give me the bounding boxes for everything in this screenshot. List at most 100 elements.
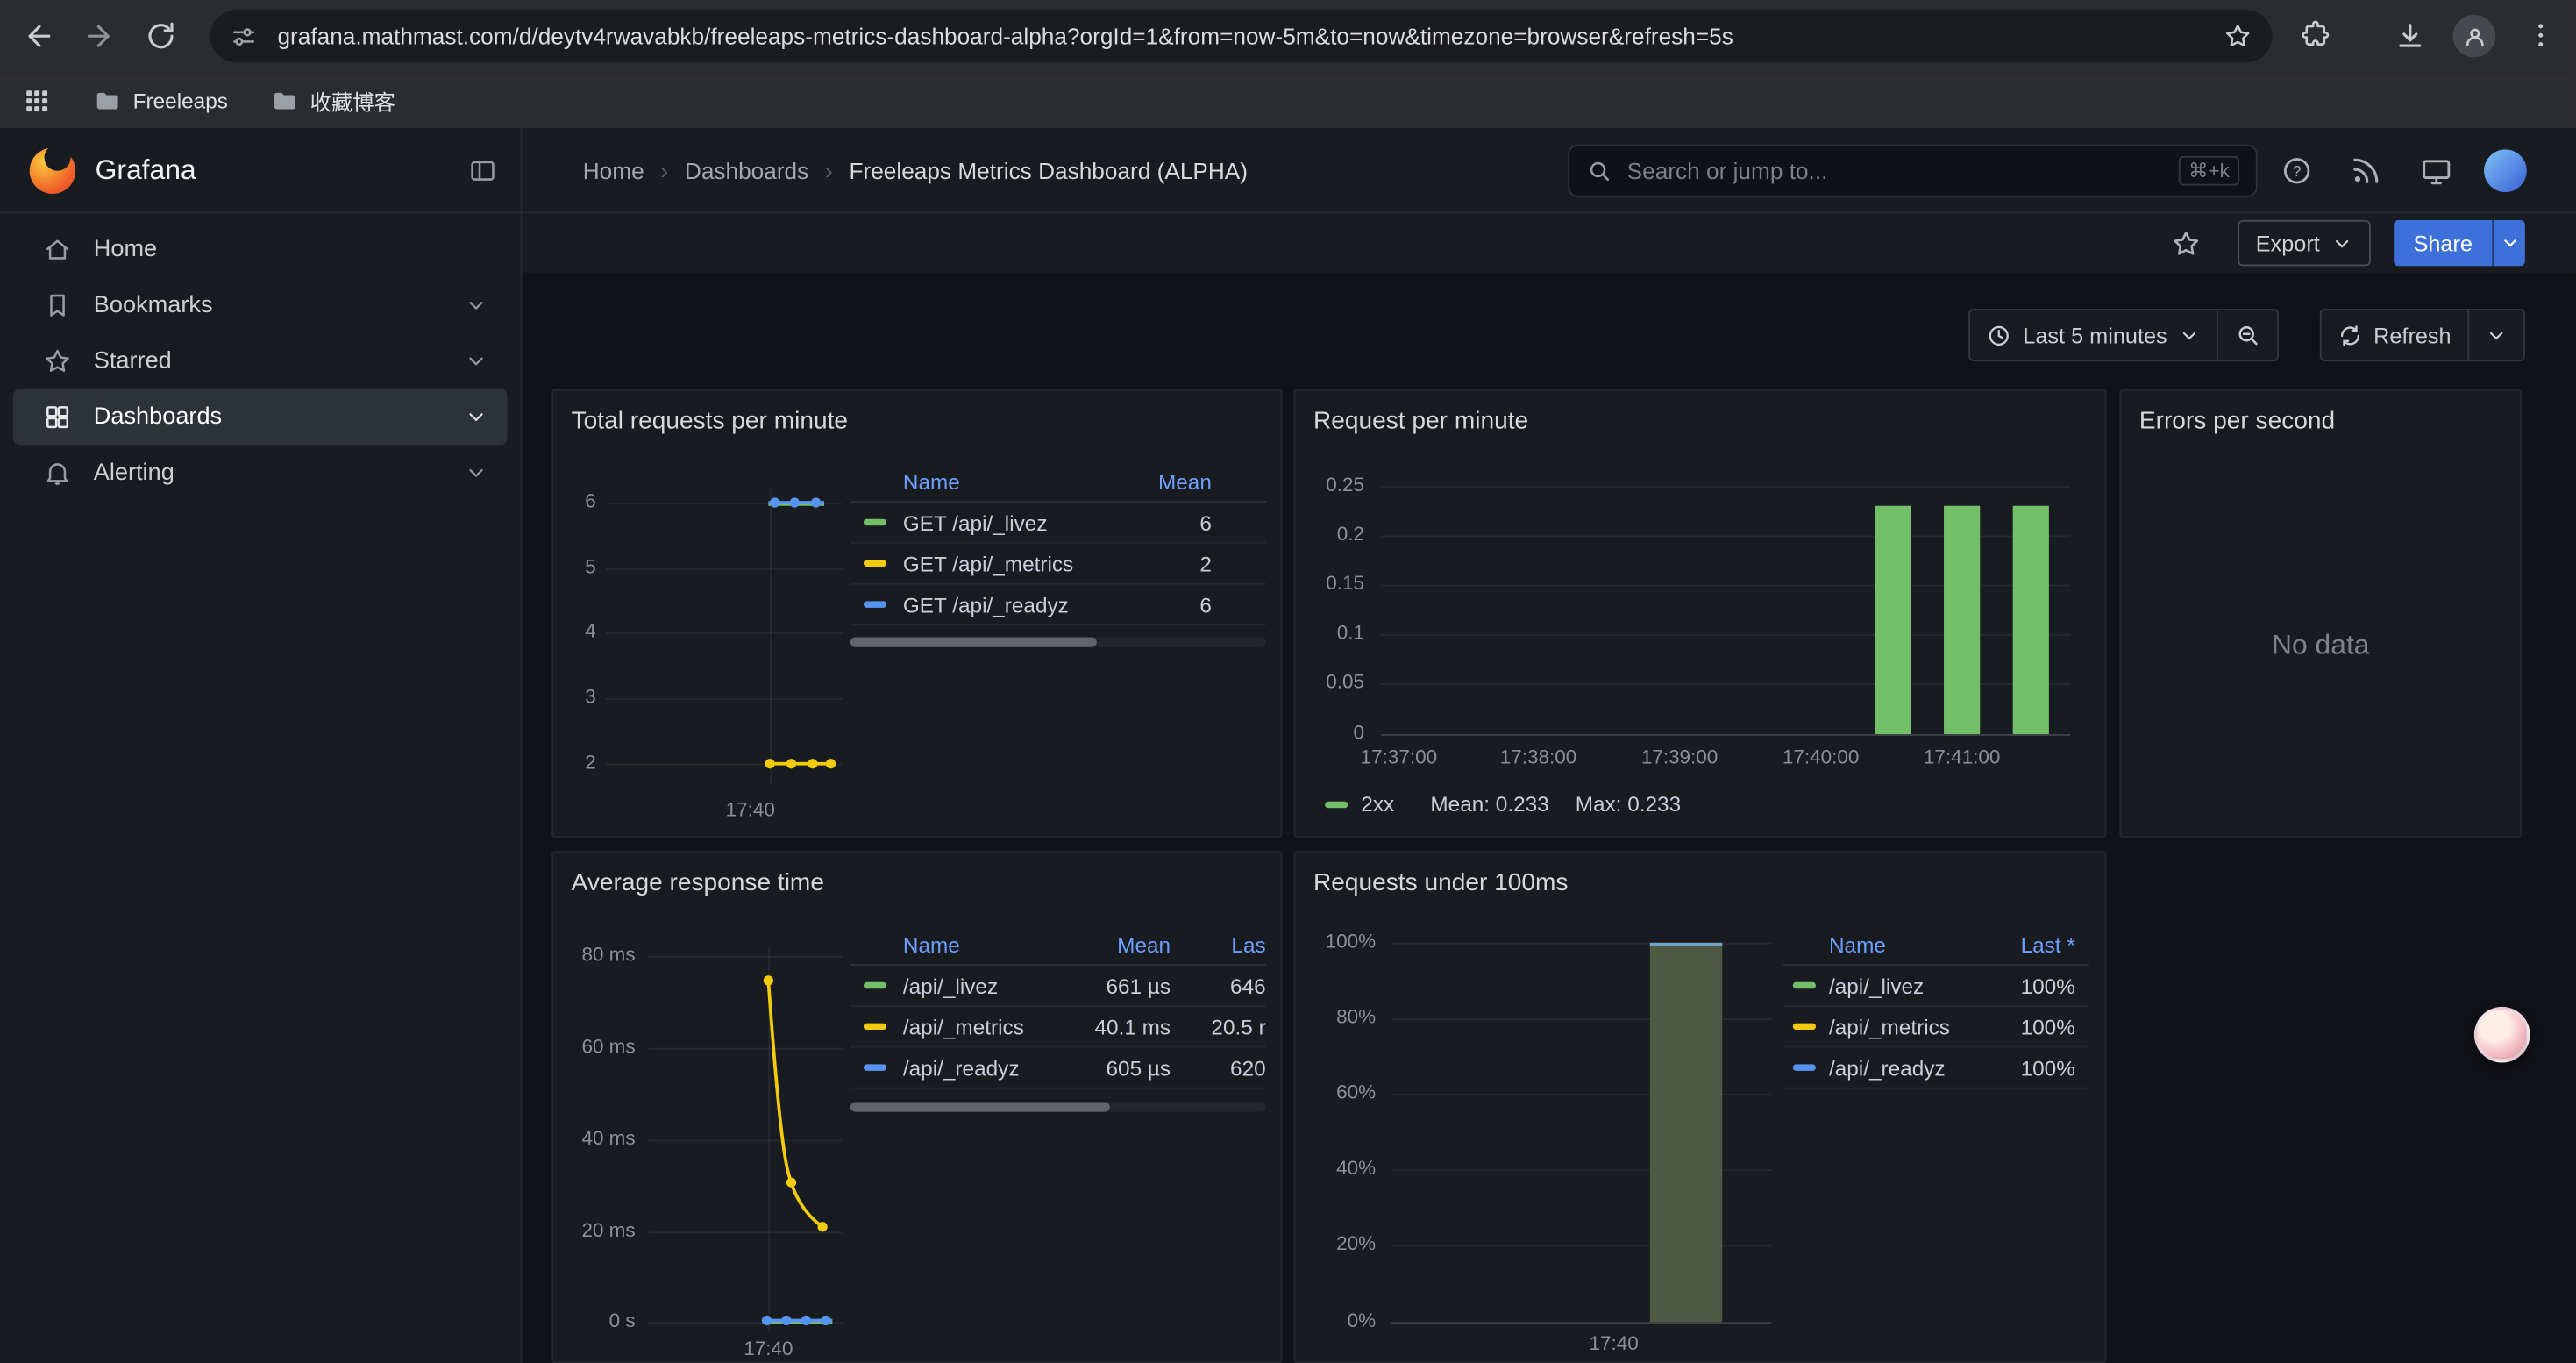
series-mean: 6 (1199, 510, 1265, 534)
y-tick: 2 (557, 751, 596, 774)
chevron-down-icon (2331, 232, 2352, 253)
y-tick: 60% (1295, 1081, 1376, 1103)
bookmark-folder-freeleaps[interactable]: Freeleaps (94, 86, 228, 114)
series-name[interactable]: /api/_metrics (1829, 1014, 2021, 1038)
x-tick: 17:41:00 (1896, 746, 2028, 768)
svg-text:?: ? (2293, 162, 2302, 180)
series-last: 20.5 r (1171, 1014, 1266, 1038)
grafana-logo[interactable] (30, 148, 75, 194)
x-tick: 17:40 (1564, 1332, 1662, 1355)
series-color-dash (864, 982, 886, 988)
legend-header-name[interactable]: Name (903, 470, 960, 495)
legend-inline: 2xx Mean: 0.233 Max: 0.233 (1325, 792, 1681, 817)
sidebar-item-dashboards[interactable]: Dashboards (13, 389, 508, 446)
apps-grid-icon[interactable] (23, 86, 51, 114)
legend-scrollbar[interactable] (850, 1102, 1266, 1111)
legend-row: /api/_metrics 40.1 ms 20.5 r (850, 1007, 1266, 1048)
chevron-down-icon (2486, 325, 2507, 346)
legend-scrollbar[interactable] (850, 638, 1266, 647)
panel-under-100ms: Requests under 100ms 100% 80% 60% 40% 20… (1294, 851, 2107, 1363)
line-chart (606, 486, 843, 789)
refresh-sync-icon (2338, 323, 2362, 347)
chevron-down-icon (465, 406, 487, 429)
bookmark-star-icon[interactable] (2223, 21, 2252, 51)
floating-assistant-avatar[interactable] (2474, 1007, 2530, 1063)
share-caret-button[interactable] (2492, 220, 2524, 266)
series-name[interactable]: /api/_livez (903, 973, 1056, 997)
url-bar[interactable]: grafana.mathmast.com/d/deytv4rwavabkb/fr… (210, 10, 2273, 62)
sidebar-item-starred[interactable]: Starred (13, 333, 508, 389)
legend-header-name[interactable]: Name (1829, 933, 1886, 958)
extensions-icon[interactable] (2300, 19, 2332, 52)
star-dashboard-icon[interactable] (2170, 227, 2202, 259)
panel-title[interactable]: Requests under 100ms (1313, 869, 1568, 897)
downloads-icon[interactable] (2394, 19, 2426, 52)
legend-row: /api/_readyz 100% (1783, 1048, 2089, 1089)
legend-header-last[interactable]: Last * (2021, 933, 2089, 958)
bar-2xx (1944, 506, 1980, 734)
legend-header: Name Mean Las (850, 926, 1266, 966)
panel-title[interactable]: Total requests per minute (572, 407, 848, 435)
back-icon[interactable] (23, 19, 55, 52)
series-name[interactable]: GET /api/_livez (903, 510, 1199, 534)
search-input[interactable]: Search or jump to... ⌘+k (1568, 145, 2257, 197)
news-rss-icon[interactable] (2350, 154, 2382, 187)
bookmark-folder-blogs[interactable]: 收藏博客 (271, 84, 395, 116)
series-name[interactable]: /api/_livez (1829, 973, 2021, 997)
legend-header-mean[interactable]: Mean (1158, 470, 1266, 495)
x-tick: 17:38:00 (1473, 746, 1605, 768)
sidebar-item-label: Bookmarks (94, 292, 444, 318)
series-name[interactable]: /api/_readyz (903, 1055, 1056, 1080)
series-name[interactable]: 2xx (1361, 792, 1394, 817)
time-range-picker[interactable]: Last 5 minutes (1970, 310, 2216, 360)
sidebar-item-bookmarks[interactable]: Bookmarks (13, 277, 508, 333)
refresh-interval-caret[interactable] (2467, 310, 2523, 360)
legend-header-last[interactable]: Las (1171, 933, 1266, 958)
refresh-controls: Refresh (2319, 309, 2525, 361)
export-button[interactable]: Export (2238, 220, 2371, 266)
series-color-dash (864, 560, 886, 567)
site-settings-icon[interactable] (230, 22, 258, 50)
help-icon[interactable]: ? (2281, 154, 2313, 187)
scrollbar-thumb[interactable] (850, 638, 1097, 647)
browser-profile-avatar[interactable] (2453, 15, 2496, 58)
forward-icon[interactable] (82, 19, 115, 52)
sidebar-item-alerting[interactable]: Alerting (13, 445, 508, 501)
collapse-sidebar-icon[interactable] (468, 156, 498, 186)
series-name[interactable]: /api/_metrics (903, 1014, 1056, 1038)
clock-icon (1987, 323, 2011, 347)
legend-row: /api/_readyz 605 µs 620 (850, 1048, 1266, 1089)
panel-title[interactable]: Errors per second (2139, 407, 2335, 435)
share-button[interactable]: Share (2394, 220, 2492, 266)
y-tick: 20% (1295, 1231, 1376, 1254)
home-icon (43, 235, 73, 265)
legend-header-mean[interactable]: Mean (1056, 933, 1171, 958)
sidebar-item-home[interactable]: Home (13, 222, 508, 278)
series-name[interactable]: GET /api/_metrics (903, 551, 1199, 575)
refresh-button[interactable]: Refresh (2321, 310, 2467, 360)
breadcrumb-home[interactable]: Home (583, 158, 644, 184)
panel-title[interactable]: Average response time (572, 869, 824, 897)
user-avatar[interactable] (2484, 149, 2527, 192)
bookmarks-bar: Freeleaps 收藏博客 (0, 72, 2576, 128)
x-tick: 17:37:00 (1333, 746, 1464, 768)
series-mean: 661 µs (1056, 973, 1171, 997)
y-tick: 80 ms (553, 943, 636, 966)
x-tick: 17:39:00 (1614, 746, 1746, 768)
panel-title[interactable]: Request per minute (1313, 407, 1528, 435)
line-chart (649, 947, 843, 1341)
series-name[interactable]: /api/_readyz (1829, 1055, 2021, 1080)
bookmark-label: 收藏博客 (310, 84, 395, 116)
legend-header-name[interactable]: Name (903, 933, 960, 958)
zoom-out-time-button[interactable] (2217, 310, 2277, 360)
export-label: Export (2256, 231, 2320, 255)
series-name[interactable]: GET /api/_readyz (903, 592, 1199, 617)
reload-icon[interactable] (145, 19, 177, 52)
series-color-dash (864, 1024, 886, 1030)
series-mean: 2 (1199, 551, 1265, 575)
display-monitor-icon[interactable] (2420, 154, 2452, 187)
scrollbar-thumb[interactable] (850, 1102, 1110, 1111)
browser-menu-icon[interactable] (2525, 19, 2558, 52)
panel-avg-response-time: Average response time 80 ms 60 ms 40 ms … (551, 851, 1282, 1363)
breadcrumb-dashboards[interactable]: Dashboards (685, 158, 808, 184)
